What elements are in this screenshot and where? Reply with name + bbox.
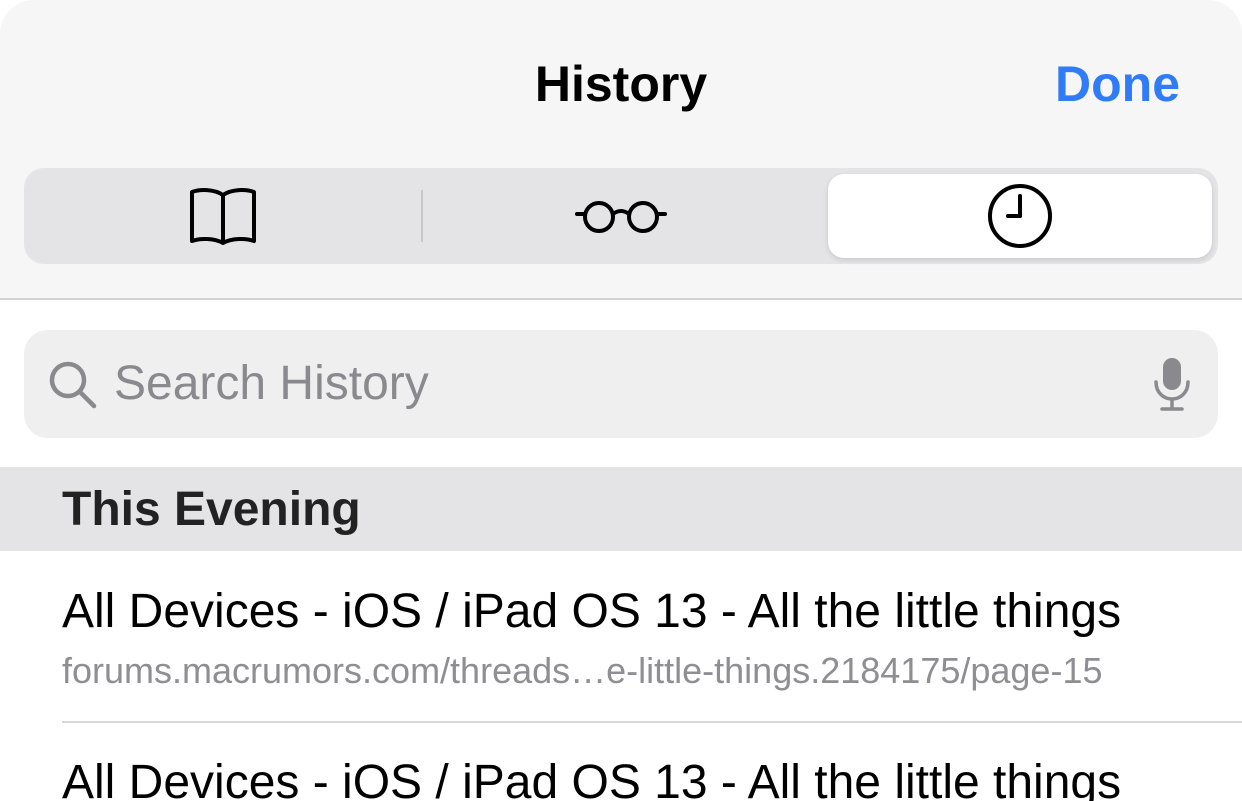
navigation-header: History Done [0,0,1242,300]
clock-icon [988,184,1052,248]
history-item-title: All Devices - iOS / iPad OS 13 - All the… [62,585,1122,638]
microphone-icon[interactable] [1152,356,1192,412]
glasses-icon [575,201,667,233]
search-icon [49,361,97,409]
done-button[interactable]: Done [1055,54,1180,114]
book-icon [190,188,256,245]
history-item-url: forums.macrumors.com/threads…e-little-th… [62,650,1103,691]
section-title: This Evening [62,483,361,536]
history-item-title: All Devices - iOS / iPad OS 13 - All the… [62,756,1122,801]
history-item[interactable]: All Devices - iOS / iPad OS 13 - All the… [0,551,1242,721]
section-header: This Evening [0,467,1242,551]
tab-bookmarks[interactable] [24,168,422,264]
search-input[interactable] [114,350,1114,416]
search-field[interactable] [24,330,1218,438]
segmented-control [24,168,1218,264]
history-item[interactable]: All Devices - iOS / iPad OS 13 - All the… [0,723,1242,801]
tab-history[interactable] [828,174,1212,258]
history-sheet: History Done Search History This Evening… [0,0,1242,801]
tab-reading-list[interactable] [422,168,820,264]
